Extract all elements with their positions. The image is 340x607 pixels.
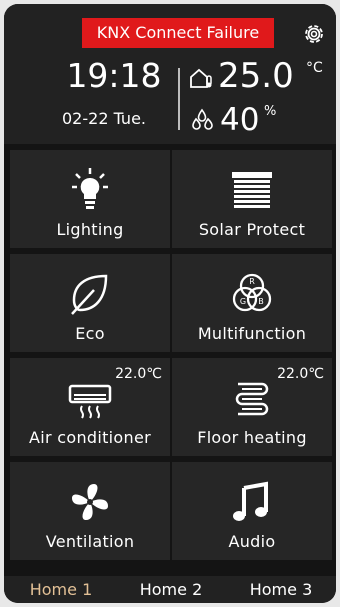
tile-label: Air conditioner [29, 428, 151, 447]
tile-lighting[interactable]: Lighting [10, 150, 170, 248]
clock-date: 02-22 Tue. [62, 109, 146, 128]
rgb-circles-icon: R G B [232, 273, 272, 312]
blinds-icon [232, 172, 272, 208]
svg-text:R: R [249, 277, 255, 286]
tile-label: Lighting [56, 220, 124, 239]
gear-icon[interactable] [302, 22, 326, 46]
air-conditioner-icon [68, 384, 112, 419]
tile-label: Solar Protect [198, 220, 306, 239]
tile-eco[interactable]: Eco [10, 254, 170, 352]
humidity-unit: % [264, 104, 277, 119]
header-divider [178, 68, 180, 130]
tile-label: Eco [75, 324, 105, 343]
tab-home-2[interactable]: Home 2 [116, 576, 226, 603]
tile-label: Ventilation [45, 532, 135, 551]
tile-label: Multifunction [197, 324, 307, 343]
tab-home-3[interactable]: Home 3 [226, 576, 336, 603]
fan-icon [72, 484, 108, 520]
floor-heating-setpoint: 22.0℃ [277, 366, 324, 382]
indoor-temperature: 25.0 [218, 56, 294, 96]
clock-time: 19:18 [66, 56, 162, 95]
leaf-icon [71, 274, 108, 315]
tab-home-1[interactable]: Home 1 [6, 576, 116, 603]
status-header: KNX Connect Failure 19:18 02-22 Tue. 25.… [4, 4, 336, 144]
tile-solar-protect[interactable]: Solar Protect [172, 150, 332, 248]
connection-alert: KNX Connect Failure [82, 18, 274, 48]
tile-floor-heating[interactable]: 22.0℃ Floor heating [172, 358, 332, 456]
svg-text:G: G [240, 297, 246, 306]
humidity-drops-icon [192, 108, 213, 130]
music-note-icon [233, 481, 268, 521]
ac-setpoint: 22.0℃ [115, 366, 162, 382]
light-bulb-icon [72, 168, 108, 209]
tile-ventilation[interactable]: Ventilation [10, 462, 170, 560]
home-tab-bar: Home 1 Home 2 Home 3 [4, 576, 336, 603]
floor-heating-icon [235, 382, 269, 416]
tile-air-conditioner[interactable]: 22.0℃ Air conditioner [10, 358, 170, 456]
tile-label: Floor heating [197, 428, 307, 447]
temperature-unit: °C [306, 60, 323, 76]
tile-multifunction[interactable]: R G B Multifunction [172, 254, 332, 352]
device-screen: KNX Connect Failure 19:18 02-22 Tue. 25.… [4, 4, 336, 603]
tile-label: Audio [228, 532, 276, 551]
indoor-humidity: 40 [220, 102, 260, 138]
svg-text:B: B [258, 297, 264, 306]
house-thermometer-icon [190, 68, 212, 88]
tile-audio[interactable]: Audio [172, 462, 332, 560]
